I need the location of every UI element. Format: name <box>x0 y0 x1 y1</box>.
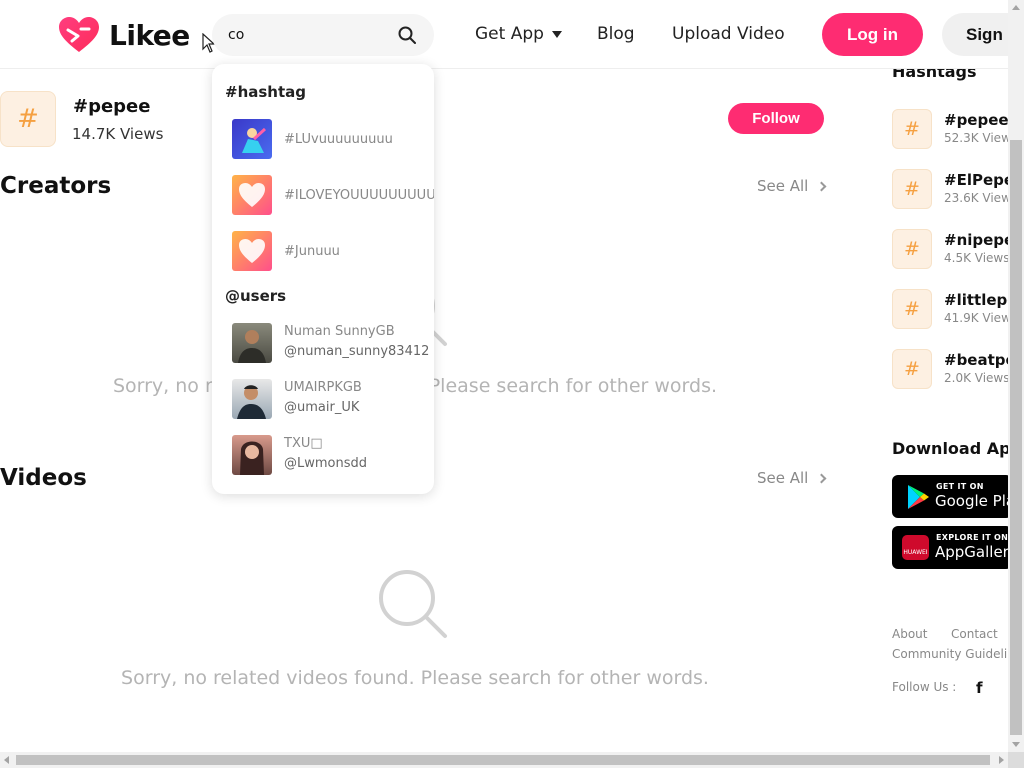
videos-title: Videos <box>0 465 87 491</box>
follow-us-label: Follow Us : <box>892 680 957 694</box>
search-input[interactable] <box>228 25 388 45</box>
caret-down-icon <box>551 30 562 38</box>
search-suggestions-dropdown: #hashtag #LUvuuuuuuuuu #ILOVEYOUUUUUUUUU… <box>212 64 434 494</box>
google-play-icon <box>908 485 929 509</box>
suggestion-hashtag-text: #Junuuu <box>284 243 340 259</box>
user-avatar <box>232 323 272 363</box>
sidebar-hashtag-item[interactable]: # #littlepepe 41.9K Views <box>892 289 1024 331</box>
hashtag-icon: # <box>892 289 932 329</box>
creators-see-all[interactable]: See All <box>757 177 827 195</box>
vertical-scrollbar[interactable] <box>1008 0 1024 752</box>
hashtag-icon: # <box>892 169 932 209</box>
suggestion-hashtag-text: #ILOVEYOUUUUUUUUU <box>284 187 434 203</box>
nav-get-app-label: Get App <box>475 24 544 44</box>
user-handle: @Lwmonsdd <box>284 456 368 471</box>
top-header: Likee Get App Blog Upload Video Log in S… <box>0 0 1024 69</box>
logo-text: Likee <box>109 18 190 52</box>
sidebar-hashtag-views: 23.6K Views <box>944 191 1018 205</box>
search-icon[interactable] <box>398 26 416 44</box>
app-gallery-button[interactable]: HUAWEI EXPLORE IT ON AppGallery <box>892 526 1018 569</box>
sidebar-hashtag-views: 52.3K Views <box>944 131 1018 145</box>
search-bar <box>212 14 434 56</box>
login-button[interactable]: Log in <box>822 13 923 56</box>
hashtag-views: 14.7K Views <box>72 125 164 143</box>
hashtag-icon: # <box>892 229 932 269</box>
videos-empty-message: Sorry, no related videos found. Please s… <box>121 667 709 689</box>
hashtag-name[interactable]: #pepee <box>73 96 150 117</box>
user-handle: @umair_UK <box>284 400 360 415</box>
hashtag-icon: # <box>892 109 932 149</box>
see-all-label: See All <box>757 469 809 487</box>
suggestion-hashtag-text: #LUvuuuuuuuuu <box>284 131 393 147</box>
suggestion-user-item[interactable]: TXU□ @Lwmonsdd <box>232 435 434 475</box>
users-heading: @users <box>225 287 287 305</box>
horizontal-scroll-thumb[interactable] <box>16 755 990 765</box>
nav-upload-video[interactable]: Upload Video <box>672 24 785 44</box>
vertical-scroll-thumb[interactable] <box>1010 140 1022 735</box>
user-avatar <box>232 435 272 475</box>
suggestion-user-item[interactable]: UMAIRPKGB @umair_UK <box>232 379 434 419</box>
app-gallery-big-text: AppGallery <box>935 543 1018 561</box>
suggestion-user-item[interactable]: Numan SunnyGB @numan_sunny83412 <box>232 323 434 363</box>
likee-heart-thumbnail <box>232 175 272 215</box>
footer-about-link[interactable]: About <box>892 627 927 641</box>
creators-title: Creators <box>0 173 112 199</box>
sidebar-hashtag-item[interactable]: # #nipepeee 4.5K Views <box>892 229 1024 271</box>
user-display-name: UMAIRPKGB <box>284 380 362 395</box>
download-app-title: Download App <box>892 439 1023 458</box>
scroll-up-arrow-icon[interactable] <box>1012 5 1020 10</box>
sidebar-hashtag-item[interactable]: # #beatpepe 2.0K Views <box>892 349 1024 391</box>
sidebar-hashtag-item[interactable]: # #pepeepee 52.3K Views <box>892 109 1024 151</box>
sidebar-hashtag-views: 4.5K Views <box>944 251 1010 265</box>
heart-logo-icon <box>59 17 99 52</box>
follow-button[interactable]: Follow <box>728 103 824 134</box>
suggestion-hashtag-item[interactable]: #ILOVEYOUUUUUUUUU <box>232 175 434 215</box>
app-gallery-small-text: EXPLORE IT ON <box>936 533 1009 542</box>
likee-logo[interactable]: Likee <box>58 16 190 54</box>
nav-blog[interactable]: Blog <box>597 24 635 44</box>
hashtag-heading: #hashtag <box>225 83 307 101</box>
chevron-right-icon <box>816 181 827 191</box>
scrollbar-corner <box>1008 752 1024 768</box>
user-display-name: TXU□ <box>284 436 323 451</box>
scroll-down-arrow-icon[interactable] <box>1012 742 1020 747</box>
user-handle: @numan_sunny83412 <box>284 344 430 359</box>
chevron-right-icon <box>816 473 827 483</box>
horizontal-scrollbar[interactable] <box>0 752 1008 768</box>
google-play-small-text: GET IT ON <box>936 482 984 491</box>
huawei-icon: HUAWEI <box>902 535 929 560</box>
google-play-button[interactable]: GET IT ON Google Play <box>892 475 1024 518</box>
hashtag-thumbnail <box>232 119 272 159</box>
facebook-icon[interactable]: f <box>976 679 983 697</box>
sidebar-hashtag-views: 2.0K Views <box>944 371 1010 385</box>
hashtag-icon: # <box>0 91 56 147</box>
suggestion-hashtag-item[interactable]: #Junuuu <box>232 231 434 271</box>
footer-contact-link[interactable]: Contact <box>951 627 998 641</box>
sidebar-hashtag-views: 41.9K Views <box>944 311 1018 325</box>
nav-get-app[interactable]: Get App <box>475 24 562 44</box>
scroll-left-arrow-icon[interactable] <box>4 756 9 764</box>
page: Likee Get App Blog Upload Video Log in S… <box>0 0 1024 768</box>
user-avatar <box>232 379 272 419</box>
sidebar-hashtag-item[interactable]: # #ElPepeee 23.6K Views <box>892 169 1024 211</box>
footer-guidelines-link[interactable]: Community Guidelines <box>892 647 1024 661</box>
hashtag-icon: # <box>892 349 932 389</box>
user-display-name: Numan SunnyGB <box>284 324 395 339</box>
see-all-label: See All <box>757 177 809 195</box>
scroll-right-arrow-icon[interactable] <box>999 756 1004 764</box>
empty-search-icon <box>379 570 447 638</box>
suggestion-hashtag-item[interactable]: #LUvuuuuuuuuu <box>232 119 434 159</box>
likee-heart-thumbnail <box>232 231 272 271</box>
videos-see-all[interactable]: See All <box>757 469 827 487</box>
